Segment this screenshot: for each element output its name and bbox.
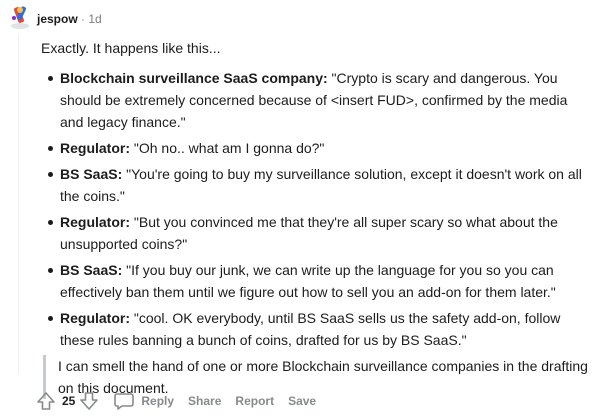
speaker-label: Regulator: [60,310,130,326]
downvote-arrow-icon [80,392,99,410]
avatar[interactable] [8,4,32,30]
dialogue-list: Blockchain surveillance SaaS company: "C… [41,67,593,351]
comment-body: Exactly. It happens like this... Blockch… [41,37,593,399]
list-item: Blockchain surveillance SaaS company: "C… [48,67,593,133]
comment-actions: 25 Reply Share Report Save [36,389,330,413]
comment-header: jespow · 1d [37,11,102,27]
reply-label: Reply [141,394,175,408]
list-item: Regulator: "But you convinced me that th… [48,211,593,255]
save-label: Save [288,394,317,408]
speaker-text: "Oh no.. what am I gonna do?" [130,140,325,156]
list-item: BS SaaS: "You're going to buy my surveil… [48,163,593,207]
speaker-label: BS SaaS: [60,262,123,278]
speaker-label: Regulator: [60,214,130,230]
header-separator: · [81,12,86,26]
report-label: Report [235,394,275,408]
username[interactable]: jespow [37,12,78,26]
list-item: Regulator: "cool. OK everybody, until BS… [48,307,593,351]
speaker-label: Regulator: [60,140,130,156]
speech-bubble-icon [114,393,135,410]
downvote-button[interactable] [79,391,99,411]
avatar-icon [11,6,29,29]
comment-intro: Exactly. It happens like this... [41,40,221,56]
speaker-text: "But you convinced me that they're all s… [60,214,558,252]
report-button[interactable]: Report [235,394,274,408]
timestamp[interactable]: 1d [88,12,101,26]
share-button[interactable]: Share [188,394,221,408]
speaker-text: "If you buy our junk, we can write up th… [60,262,556,300]
speaker-label: BS SaaS: [60,166,123,182]
vote-count: 25 [62,394,76,408]
list-item: Regulator: "Oh no.. what am I gonna do?" [48,137,593,159]
upvote-arrow-icon [37,392,55,410]
speaker-text: "You're going to buy my surveillance sol… [60,166,582,204]
speaker-label: Blockchain surveillance SaaS company: [60,70,328,86]
thread-line[interactable] [18,34,19,374]
list-item: BS SaaS: "If you buy our junk, we can wr… [48,259,593,303]
share-label: Share [188,394,222,408]
reply-button[interactable]: Reply [113,391,174,411]
speaker-text: "cool. OK everybody, until BS SaaS sells… [60,310,561,348]
save-button[interactable]: Save [288,394,316,408]
upvote-button[interactable] [36,391,56,411]
